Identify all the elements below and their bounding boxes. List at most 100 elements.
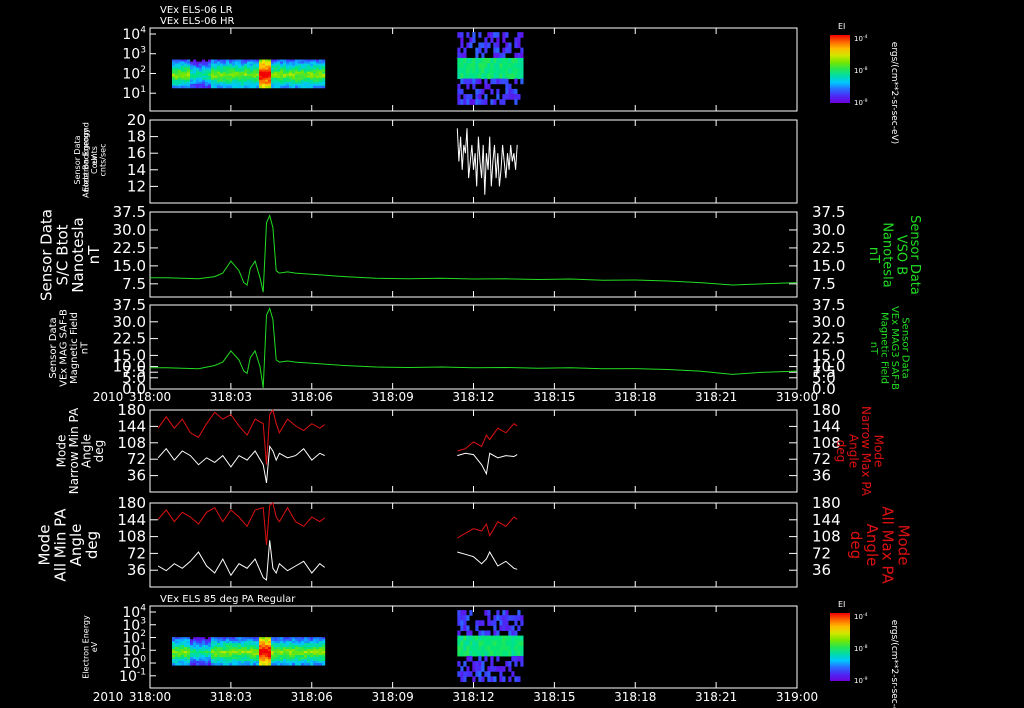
- spectrogram-cell: [511, 68, 515, 74]
- spectrogram-cell: [517, 610, 521, 616]
- spectrogram-cell: [256, 85, 260, 89]
- spectrogram-cell: [511, 625, 515, 631]
- spectrogram-cell: [487, 650, 491, 657]
- spectrogram-cell: [466, 68, 470, 74]
- spectrogram-cell: [460, 610, 464, 616]
- spectrogram-cell: [466, 73, 470, 80]
- panel-3: 37.5 37.530.0 30.022.5 22.515.0 15.07.5 7.5: [113, 203, 845, 298]
- spectrogram-cell: [496, 630, 500, 637]
- spectrogram-cell: [475, 645, 479, 652]
- spectrogram-cell: [322, 85, 326, 89]
- spectrogram-cell: [490, 635, 494, 642]
- spectrogram-cell: [508, 635, 512, 642]
- spectrogram-cell: [214, 85, 218, 89]
- spectrogram-cell: [463, 650, 467, 657]
- y-axis-label-right-line: deg: [834, 440, 848, 463]
- spectrogram-cell: [505, 47, 509, 54]
- spectrogram-cell: [520, 615, 524, 621]
- spectrogram-cell: [496, 37, 500, 43]
- spectrogram-cell: [172, 663, 176, 666]
- y-axis-label-right-line: deg: [847, 531, 865, 559]
- spectrogram-cell: [478, 63, 482, 69]
- spectrogram-cell: [496, 57, 500, 64]
- spectrogram-cell: [478, 671, 482, 677]
- spectrogram-cell: [301, 85, 305, 89]
- spectrogram-cell: [493, 63, 497, 69]
- spectrogram-cell: [196, 85, 200, 89]
- spectrogram-cell: [475, 625, 479, 631]
- spectrogram-cell: [487, 620, 491, 626]
- colorbar-tick-label: 10-8: [854, 66, 868, 75]
- spectrogram-cell: [478, 99, 482, 105]
- spectrogram-cell: [460, 32, 464, 38]
- y-axis-label-line: Magnetic Field: [69, 312, 80, 384]
- spectrogram-cell: [520, 32, 524, 38]
- spectrogram-cell: [181, 663, 185, 666]
- spectrogram-cell: [463, 68, 467, 74]
- spectrogram-cell: [520, 640, 524, 647]
- spectrogram-cell: [175, 663, 179, 666]
- spectrogram-cell: [514, 78, 518, 85]
- spectrogram-cell: [484, 57, 488, 64]
- spectrogram-cell: [469, 94, 473, 100]
- spectrogram-cell: [475, 99, 479, 105]
- spectrogram-cell: [472, 676, 476, 682]
- spectrogram-cell: [520, 620, 524, 626]
- spectrogram-cell: [481, 661, 485, 667]
- y-axis-label-right-line: nT: [866, 247, 881, 263]
- y-tick-label-right: 144: [812, 511, 841, 529]
- spectrogram-cell: [505, 88, 509, 95]
- spectrogram-cell: [202, 663, 206, 666]
- x-tick-label: 318:09: [372, 390, 414, 404]
- spectrogram-cell: [175, 85, 179, 89]
- y-tick-label-right: 37.5: [812, 296, 845, 314]
- spectrogram-cell: [460, 625, 464, 631]
- spectrogram-cell: [493, 676, 497, 682]
- spectrogram-cell: [508, 42, 512, 49]
- spectrogram-cell: [472, 32, 476, 38]
- spectrogram-cell: [472, 640, 476, 647]
- y-tick-label: 36: [127, 467, 146, 485]
- x-tick-label: 318:18: [614, 690, 656, 704]
- spectrogram-cell: [478, 650, 482, 657]
- spectrogram-cell: [499, 671, 503, 677]
- spectrogram-cell: [469, 635, 473, 642]
- spectrogram-cell: [487, 68, 491, 74]
- y-axis-label-right: ModeNarrow Max PAAngledeg: [834, 406, 886, 497]
- spectrogram-cell: [457, 615, 461, 621]
- spectrogram-cell: [499, 78, 503, 85]
- spectrogram-cell: [229, 85, 233, 89]
- spectrogram-cell: [517, 645, 521, 652]
- spectrogram-cell: [466, 57, 470, 64]
- spectrogram-cell: [514, 640, 518, 647]
- spectrogram-cell: [499, 620, 503, 626]
- x-tick-label: 318:06: [291, 390, 333, 404]
- spectrogram-cell: [487, 635, 491, 642]
- y-axis-label-right-line: Magnetic Field: [878, 312, 889, 384]
- spectrogram-cell: [496, 645, 500, 652]
- y-tick-label: 180: [117, 494, 146, 512]
- spectrogram-cell: [478, 635, 482, 642]
- panel-frame: [149, 502, 798, 588]
- spectrogram-cell: [505, 661, 509, 667]
- spectrogram-cell: [463, 635, 467, 642]
- spectrogram-cell: [457, 47, 461, 54]
- panel-5: 180 180144 144108 10872 7236 36: [117, 401, 841, 493]
- spectrogram-cell: [511, 671, 515, 677]
- spectrogram-cell: [502, 73, 506, 80]
- spectrogram-cell: [505, 610, 509, 616]
- spectrogram-cell: [520, 650, 524, 657]
- spectrogram-cell: [508, 94, 512, 100]
- colorbar-tick-label: 10-9: [854, 676, 868, 685]
- spectrogram-cell: [466, 655, 470, 662]
- spectrogram-cell: [508, 630, 512, 637]
- spectrogram-cell: [514, 94, 518, 100]
- spectrogram-cell: [208, 85, 212, 89]
- spectrogram-cell: [490, 650, 494, 657]
- spectrogram-cell: [505, 57, 509, 64]
- spectrogram-cell: [184, 85, 188, 89]
- spectrogram-cell: [484, 68, 488, 74]
- spectrogram-cell: [466, 635, 470, 642]
- spectrogram-cell: [490, 57, 494, 64]
- spectrogram-cell: [511, 640, 515, 647]
